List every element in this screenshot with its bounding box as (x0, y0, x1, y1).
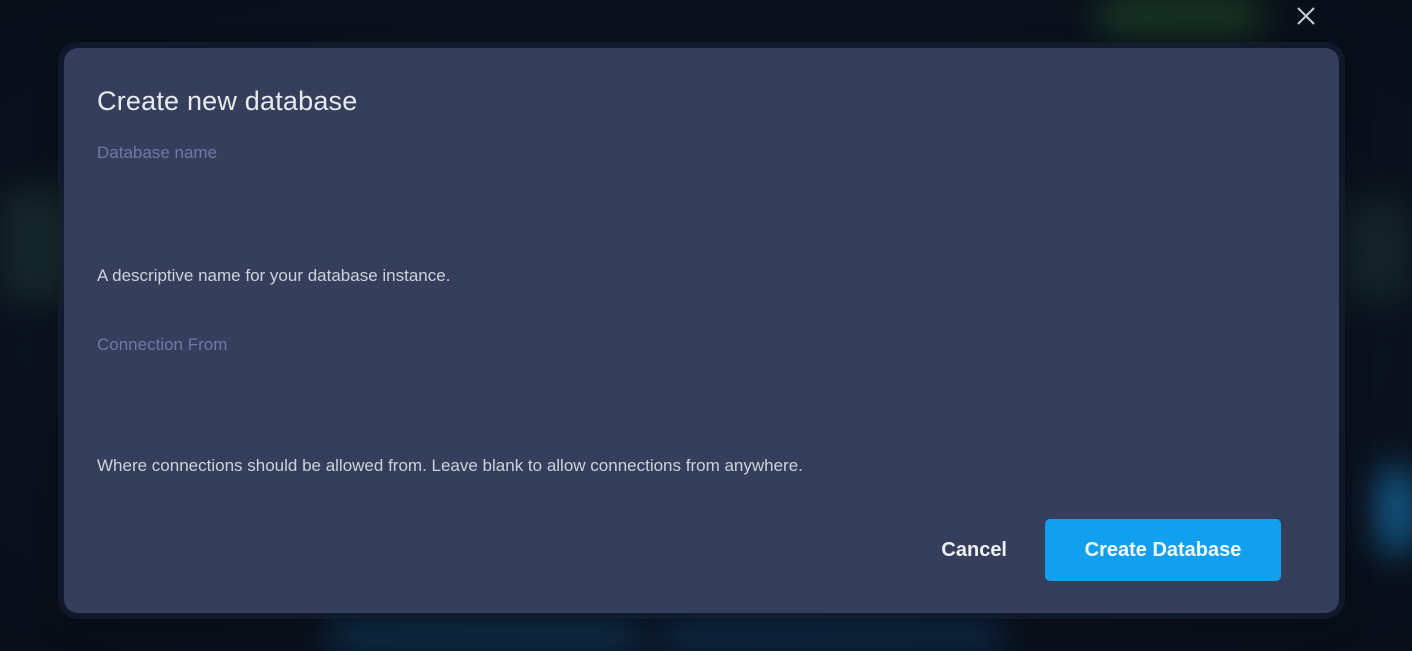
dialog-title: Create new database (97, 86, 358, 116)
database-name-input[interactable] (97, 140, 1279, 166)
close-button[interactable] (1290, 0, 1322, 32)
dialog-actions: Cancel Create Database (929, 519, 1281, 581)
background-blur-shape (330, 612, 640, 651)
connection-from-helper-text: Where connections should be allowed from… (97, 456, 803, 475)
database-name-helper-text: A descriptive name for your database ins… (97, 266, 451, 285)
background-blur-shape (1382, 470, 1412, 550)
create-database-dialog: Create new database A descriptive name f… (64, 48, 1339, 613)
background-blur-shape (1100, 0, 1260, 32)
close-icon (1297, 7, 1315, 25)
background-blur-shape (660, 612, 1000, 651)
create-database-button[interactable]: Create Database (1045, 519, 1281, 581)
connection-from-field (97, 332, 1279, 358)
database-name-field (97, 140, 1279, 166)
background-blur-shape (1340, 200, 1412, 300)
connection-from-input[interactable] (97, 332, 1279, 358)
cancel-button[interactable]: Cancel (929, 531, 1019, 570)
